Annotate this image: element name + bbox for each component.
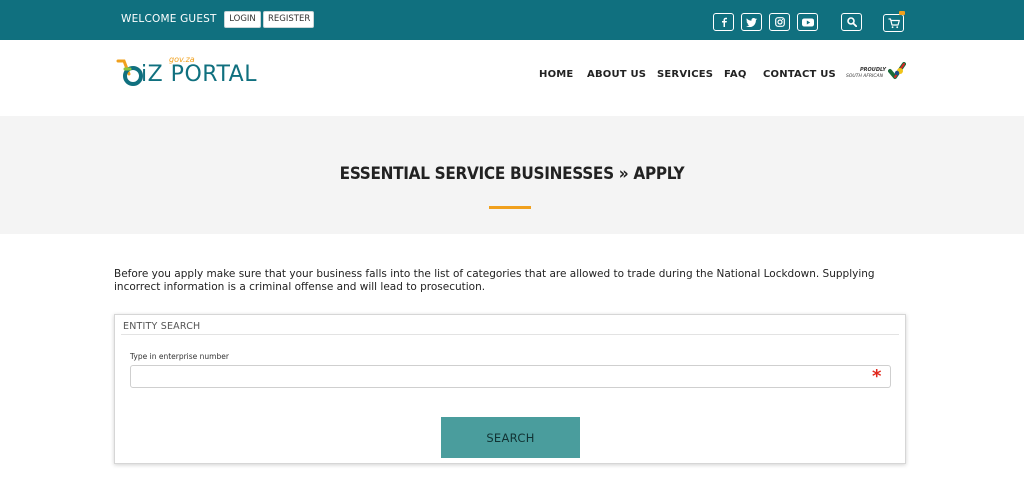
twitter-icon[interactable] bbox=[741, 13, 762, 31]
welcome-text: WELCOME GUEST bbox=[121, 13, 217, 25]
nav-services[interactable]: SERVICES bbox=[657, 69, 713, 80]
page-title: ESSENTIAL SERVICE BUSINESSES » APPLY bbox=[339, 164, 685, 184]
top-bar: WELCOME GUEST LOGIN REGISTER bbox=[0, 0, 1024, 40]
card-divider bbox=[121, 334, 899, 335]
nav-contact-us[interactable]: CONTACT US bbox=[763, 69, 836, 80]
entity-search-title: ENTITY SEARCH bbox=[123, 321, 201, 332]
south-african-text: SOUTH AFRICAN bbox=[846, 74, 883, 79]
proudly-check-icon bbox=[888, 62, 906, 79]
enterprise-number-input[interactable] bbox=[130, 365, 891, 388]
lockdown-notice: Before you apply make sure that your bus… bbox=[114, 268, 875, 293]
proudly-south-african-logo: PROUDLY SOUTH AFRICAN bbox=[845, 62, 907, 84]
site-header: gov.za iZ PORTAL HOME ABOUT US SERVICES … bbox=[0, 40, 1024, 116]
page-title-band: ESSENTIAL SERVICE BUSINESSES » APPLY bbox=[0, 116, 1024, 234]
search-icon[interactable] bbox=[841, 13, 862, 31]
nav-faq[interactable]: FAQ bbox=[724, 69, 747, 80]
nav-home[interactable]: HOME bbox=[539, 69, 573, 80]
entity-search-card: ENTITY SEARCH Type in enterprise number … bbox=[114, 314, 906, 464]
instagram-icon[interactable] bbox=[769, 13, 790, 31]
nav-about-us[interactable]: ABOUT US bbox=[587, 69, 646, 80]
title-underline bbox=[489, 206, 531, 209]
facebook-icon[interactable] bbox=[713, 13, 734, 31]
register-button[interactable]: REGISTER bbox=[263, 11, 314, 28]
youtube-icon[interactable] bbox=[797, 13, 818, 31]
biz-portal-logo[interactable]: gov.za iZ PORTAL bbox=[116, 55, 266, 89]
proudly-text: PROUDLY bbox=[860, 67, 887, 73]
search-button[interactable]: SEARCH bbox=[441, 417, 580, 458]
required-asterisk-icon: * bbox=[872, 366, 882, 387]
logo-text: iZ PORTAL bbox=[141, 62, 257, 87]
cart-badge bbox=[899, 11, 905, 15]
cart-icon[interactable] bbox=[883, 14, 904, 32]
login-button[interactable]: LOGIN bbox=[224, 11, 261, 28]
enterprise-number-label: Type in enterprise number bbox=[130, 352, 229, 361]
